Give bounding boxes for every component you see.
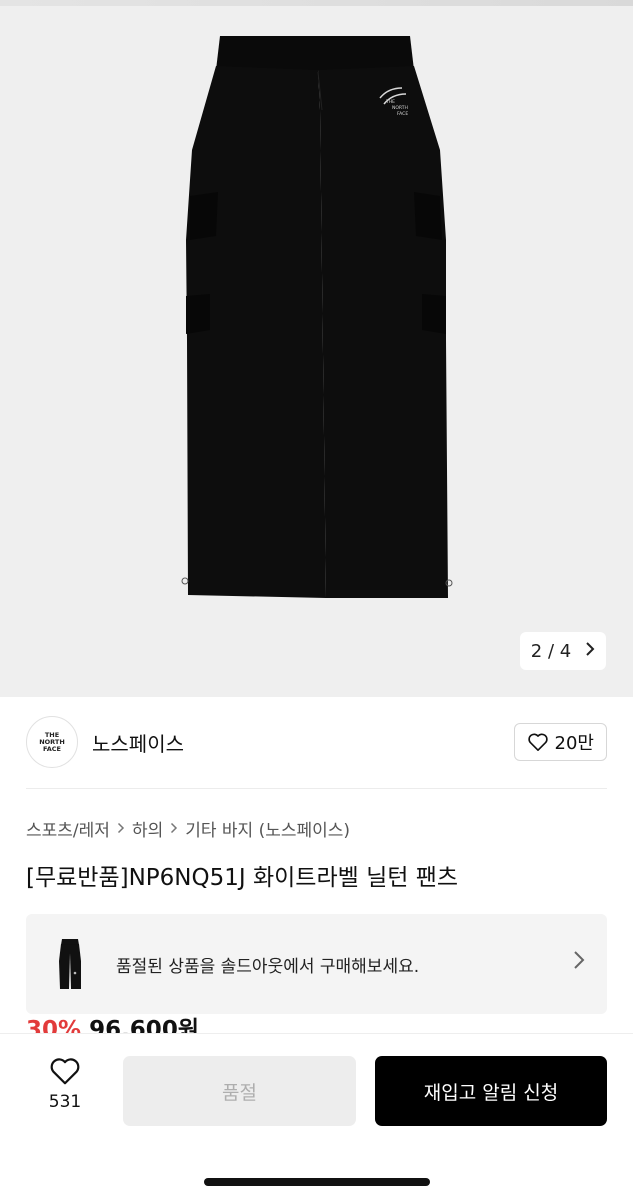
breadcrumb-item-current[interactable]: 기타 바지 (노스페이스) xyxy=(185,816,350,841)
breadcrumb-item-category[interactable]: 스포츠/레저 xyxy=(26,816,110,841)
chevron-right-icon[interactable] xyxy=(585,641,595,662)
heart-icon xyxy=(527,733,548,751)
wishlist-count: 531 xyxy=(48,1092,82,1112)
brand-name[interactable]: 노스페이스 xyxy=(92,728,184,757)
product-page: THE NORTH FACE 2 / 4 THE NORTH FACE 노스페이… xyxy=(0,0,633,1200)
product-title: [무료반품]NP6NQ51J 화이트라벨 닐턴 팬츠 xyxy=(26,865,459,891)
restock-alert-button[interactable]: 재입고 알림 신청 xyxy=(375,1056,607,1126)
brand-like-button[interactable]: 20만 xyxy=(513,723,607,761)
heart-icon xyxy=(50,1058,80,1085)
banner-thumbnail xyxy=(44,931,96,997)
product-image-pants: THE NORTH FACE xyxy=(181,36,453,598)
brand-row: THE NORTH FACE 노스페이스 20만 xyxy=(26,716,607,768)
soldout-banner[interactable]: 품절된 상품을 솔드아웃에서 구매해보세요. xyxy=(26,914,607,1014)
home-indicator[interactable] xyxy=(204,1178,430,1186)
product-image-carousel[interactable]: THE NORTH FACE 2 / 4 xyxy=(0,0,633,697)
divider xyxy=(26,788,607,789)
pager-text: 2 / 4 xyxy=(531,641,571,662)
brand-logo-line-2: FACE xyxy=(43,744,61,753)
image-pager[interactable]: 2 / 4 xyxy=(520,632,606,670)
banner-text: 품절된 상품을 솔드아웃에서 구매해보세요. xyxy=(116,956,420,977)
pager-current: 2 xyxy=(530,640,543,662)
pager-total: 4 xyxy=(559,640,572,662)
brand-like-count: 20만 xyxy=(554,733,594,754)
image-logo-line-0: THE xyxy=(385,99,395,105)
chevron-right-icon xyxy=(573,950,585,976)
breadcrumb: 스포츠/레저 하의 기타 바지 (노스페이스) xyxy=(26,816,350,841)
breadcrumb-item-subcategory[interactable]: 하의 xyxy=(132,816,163,841)
chevron-right-icon xyxy=(117,819,125,838)
image-logo-line-2: FACE xyxy=(397,111,408,117)
brand-logo[interactable]: THE NORTH FACE xyxy=(26,716,78,768)
chevron-right-icon xyxy=(170,819,178,838)
pager-separator: / xyxy=(547,640,555,662)
soldout-button[interactable]: 품절 xyxy=(123,1056,356,1126)
image-logo-line-1: NORTH xyxy=(392,105,408,111)
wishlist-button[interactable]: 531 xyxy=(30,1056,100,1126)
bottom-action-bar: 531 품절 재입고 알림 신청 xyxy=(0,1033,633,1200)
